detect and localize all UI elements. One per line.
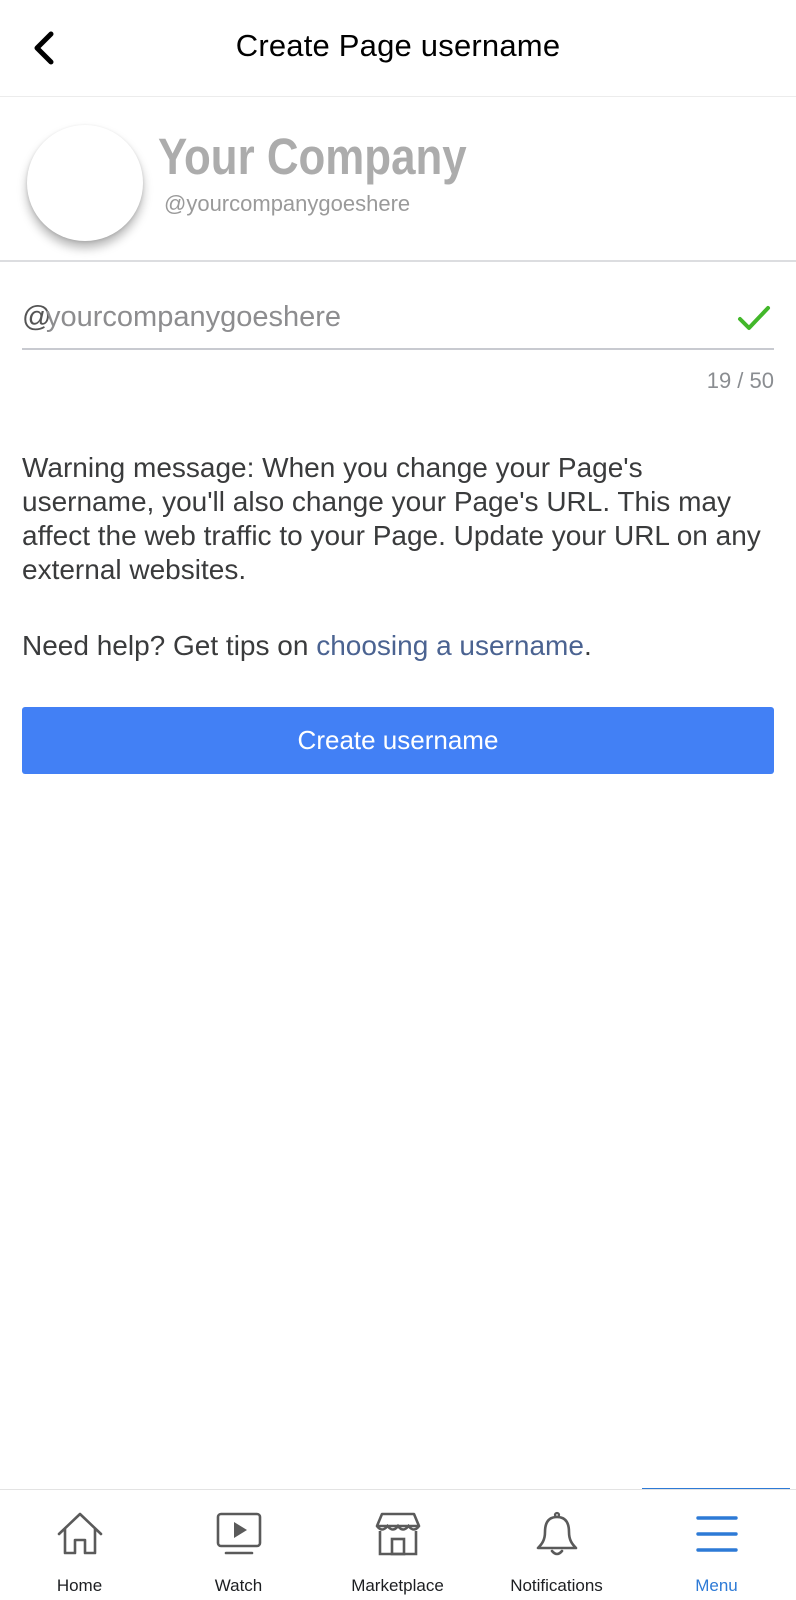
tab-home[interactable]: Home — [0, 1490, 159, 1600]
username-input[interactable]: @ yourcompanygoeshere — [22, 292, 774, 350]
help-suffix: . — [583, 630, 592, 661]
menu-icon — [691, 1508, 743, 1560]
tab-menu-label: Menu — [695, 1576, 738, 1595]
tab-watch[interactable]: Watch — [159, 1490, 318, 1600]
page-avatar — [27, 125, 143, 241]
tab-notifications[interactable]: Notifications — [477, 1490, 636, 1600]
warning-message: Warning message: When you change your Pa… — [22, 452, 761, 585]
marketplace-icon — [372, 1508, 424, 1560]
company-name: Your Company — [158, 128, 467, 185]
watch-icon — [213, 1508, 265, 1560]
help-prefix: Need help? Get tips on — [22, 630, 317, 661]
tab-home-label: Home — [56, 1576, 103, 1595]
top-bar: Create Page username — [0, 0, 796, 97]
help-text: Need help? Get tips on choosing a userna… — [22, 629, 774, 663]
create-username-button[interactable]: Create username — [22, 707, 774, 774]
page-title: Create Page username — [235, 28, 561, 63]
company-handle: @yourcompanygoeshere — [164, 191, 411, 216]
tab-notifications-label: Notifications — [510, 1576, 603, 1595]
tab-menu[interactable]: Menu — [637, 1490, 796, 1600]
home-icon — [54, 1508, 106, 1560]
character-count: 19 / 50 — [706, 368, 774, 393]
checkmark-icon — [738, 306, 770, 330]
page-profile-header: Your Company @yourcompanygoeshere — [0, 97, 796, 262]
bottom-tab-bar: Home Watch Marketplace Notifications Men… — [0, 1489, 796, 1600]
username-value[interactable]: yourcompanygoeshere — [46, 301, 341, 334]
tab-marketplace[interactable]: Marketplace — [318, 1490, 477, 1600]
tab-marketplace-label: Marketplace — [351, 1576, 444, 1595]
tab-watch-label: Watch — [214, 1576, 263, 1595]
choosing-username-link[interactable]: choosing a username — [316, 630, 584, 661]
bell-icon — [531, 1508, 583, 1560]
